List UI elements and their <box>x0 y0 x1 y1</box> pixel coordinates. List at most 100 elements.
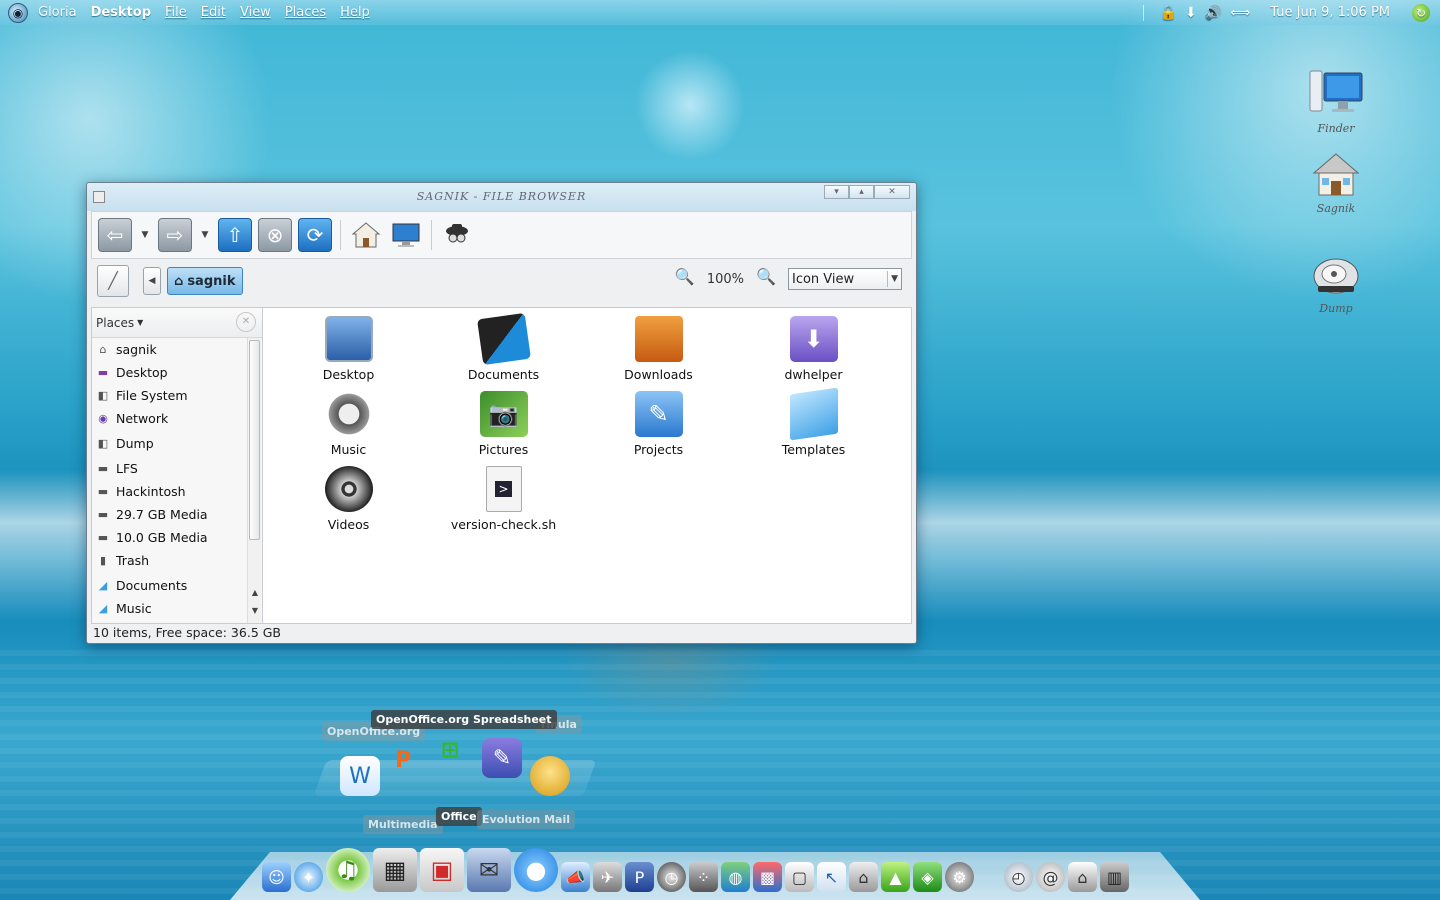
green-app-icon[interactable]: ◈ <box>913 862 942 892</box>
search-button[interactable] <box>440 218 474 252</box>
maximize-button[interactable]: ▴ <box>849 185 874 199</box>
at-sign-icon[interactable]: @ <box>1036 862 1065 892</box>
sidebar-item-dump[interactable]: ◧ Dump <box>92 432 248 455</box>
calc-icon[interactable]: ⊞ <box>430 730 470 770</box>
sidebar-item-file-system[interactable]: ◧ File System <box>92 384 248 407</box>
forward-history-dropdown[interactable]: ▼ <box>198 230 212 240</box>
edit-location-button[interactable]: ╱ <box>97 265 129 297</box>
back-button[interactable]: ⇦ <box>98 218 132 252</box>
clock-icon[interactable]: ◴ <box>1004 862 1033 892</box>
menu-app-name[interactable]: Gloria <box>38 5 77 20</box>
triangle-app-icon[interactable]: ▲ <box>881 862 910 892</box>
window-titlebar[interactable]: SAGNIK - FILE BROWSER ▾ ▴ ✕ <box>87 183 916 211</box>
volume-icon[interactable]: 🔊 <box>1205 5 1222 21</box>
distro-logo-icon[interactable]: ◉ <box>8 2 28 23</box>
chat-icon[interactable]: ● <box>514 848 558 892</box>
package-icon[interactable]: ▢ <box>785 862 814 892</box>
preview-icon[interactable]: ✈ <box>593 862 622 892</box>
globe-icon[interactable]: ◍ <box>721 862 750 892</box>
home-folder-dock-icon[interactable]: ⌂ <box>1068 862 1097 892</box>
clock[interactable]: Tue Jun 9, 1:06 PM <box>1270 5 1390 20</box>
stop-button[interactable]: ⊗ <box>258 218 292 252</box>
desktop-icon-dump[interactable]: Dump <box>1301 248 1371 315</box>
draw-icon[interactable]: ✎ <box>482 738 522 778</box>
lock-icon[interactable]: 🔒 <box>1160 5 1177 21</box>
file-item-downloads[interactable]: Downloads <box>581 316 736 388</box>
zoom-out-icon[interactable]: 🔍 <box>673 267 697 291</box>
network-arrows-icon[interactable]: ⟺ <box>1230 5 1250 21</box>
sidebar-close-icon[interactable]: ✕ <box>236 312 256 332</box>
impress-icon[interactable]: P <box>383 740 423 780</box>
home-stack-icon[interactable]: ⌂ <box>849 862 878 892</box>
location-bar: ╱ ◀ ⌂ sagnik 🔍 100% 🔍 Icon View ▼ <box>91 259 912 303</box>
file-item-pictures[interactable]: 📷 Pictures <box>426 391 581 463</box>
menu-places[interactable]: Places <box>285 5 326 20</box>
sidebar-item-media-10[interactable]: ▬ 10.0 GB Media <box>92 526 248 549</box>
scroll-down-icon[interactable]: ▼ <box>250 606 260 615</box>
up-button[interactable]: ⇧ <box>218 218 252 252</box>
itunes-icon[interactable]: ♫ <box>326 848 370 892</box>
sidebar-item-documents[interactable]: ◢ Documents <box>92 574 248 597</box>
update-icon[interactable]: ↻ <box>1412 3 1430 22</box>
sidebar-header[interactable]: Places ▼ ✕ <box>92 308 262 338</box>
time-machine-icon[interactable]: ◷ <box>657 862 686 892</box>
back-history-dropdown[interactable]: ▼ <box>138 230 152 240</box>
finder-icon[interactable]: ☺ <box>262 862 291 892</box>
home-button[interactable] <box>349 218 383 252</box>
minimize-button[interactable]: ▾ <box>824 185 849 199</box>
evolution-mail-icon[interactable]: ✉ <box>467 848 511 892</box>
reload-icon: ⟳ <box>306 223 324 247</box>
menu-desktop[interactable]: Desktop <box>91 5 151 20</box>
writer-icon[interactable]: W <box>340 756 380 796</box>
menu-help[interactable]: Help <box>340 5 370 20</box>
file-item-documents[interactable]: Documents <box>426 312 581 388</box>
breadcrumb-scroll-left[interactable]: ◀ <box>143 267 161 295</box>
zoom-level[interactable]: 100% <box>707 272 744 287</box>
menu-file[interactable]: File <box>165 5 187 20</box>
app-icon-ps[interactable]: P <box>625 862 654 892</box>
sidebar-item-desktop[interactable]: ▬ Desktop <box>92 361 248 384</box>
close-button[interactable]: ✕ <box>874 185 910 199</box>
file-item-version-check[interactable]: > version-check.sh <box>426 466 581 538</box>
file-item-videos[interactable]: Videos <box>271 466 426 538</box>
safari-icon[interactable]: ✦ <box>294 862 323 892</box>
usb-icon[interactable]: ⬇ <box>1185 5 1197 21</box>
system-preferences-icon[interactable]: ⚙ <box>945 862 974 892</box>
desktop-icon-finder[interactable]: Finder <box>1301 68 1371 135</box>
computer-button[interactable] <box>389 218 423 252</box>
disk-icon: ▬ <box>97 485 109 498</box>
sidebar-item-sagnik[interactable]: ⌂ sagnik <box>92 338 248 361</box>
forward-button[interactable]: ⇨ <box>158 218 192 252</box>
sidebar-scrollbar[interactable]: ▲ ▼ <box>247 338 261 623</box>
file-item-projects[interactable]: ✎ Projects <box>581 391 736 463</box>
desktop-icon-sagnik[interactable]: Sagnik <box>1301 148 1371 215</box>
sidebar-item-trash[interactable]: ▮ Trash <box>92 549 248 572</box>
sidebar-item-lfs[interactable]: ▬ LFS <box>92 457 248 480</box>
cubes-icon[interactable]: ▩ <box>753 862 782 892</box>
file-item-desktop[interactable]: Desktop <box>271 316 426 388</box>
menu-edit[interactable]: Edit <box>201 5 226 20</box>
sidebar-item-music[interactable]: ◢ Music <box>92 597 248 620</box>
sidebar-item-hackintosh[interactable]: ▬ Hackintosh <box>92 480 248 503</box>
cursor-icon[interactable]: ↖ <box>817 862 846 892</box>
sidebar-item-media-29[interactable]: ▬ 29.7 GB Media <box>92 503 248 526</box>
scroll-up-icon[interactable]: ▲ <box>250 588 260 597</box>
base-icon[interactable] <box>530 756 570 796</box>
scrollbar-thumb[interactable] <box>249 340 260 540</box>
megaphone-icon[interactable]: 📣 <box>561 862 590 892</box>
zoom-in-icon[interactable]: 🔍 <box>754 267 778 291</box>
view-mode-select[interactable]: Icon View ▼ <box>788 268 902 290</box>
sidebar-item-network[interactable]: ◉ Network <box>92 407 248 430</box>
desktop-icon-label: Dump <box>1319 302 1353 315</box>
file-item-dwhelper[interactable]: ⬇ dwhelper <box>736 316 891 388</box>
menu-view[interactable]: View <box>240 5 271 20</box>
reload-button[interactable]: ⟳ <box>298 218 332 252</box>
breadcrumb-sagnik[interactable]: ⌂ sagnik <box>167 267 243 295</box>
multimedia-stack-icon[interactable]: ▦ <box>373 848 417 892</box>
dock-tooltip-office: Office <box>436 807 482 826</box>
trash-icon[interactable]: ▥ <box>1100 862 1129 892</box>
office-stack-icon[interactable]: ▣ <box>420 848 464 892</box>
dashboard-icon[interactable]: ⁘ <box>689 862 718 892</box>
file-item-templates[interactable]: Templates <box>736 387 891 463</box>
file-item-music[interactable]: Music <box>271 391 426 463</box>
